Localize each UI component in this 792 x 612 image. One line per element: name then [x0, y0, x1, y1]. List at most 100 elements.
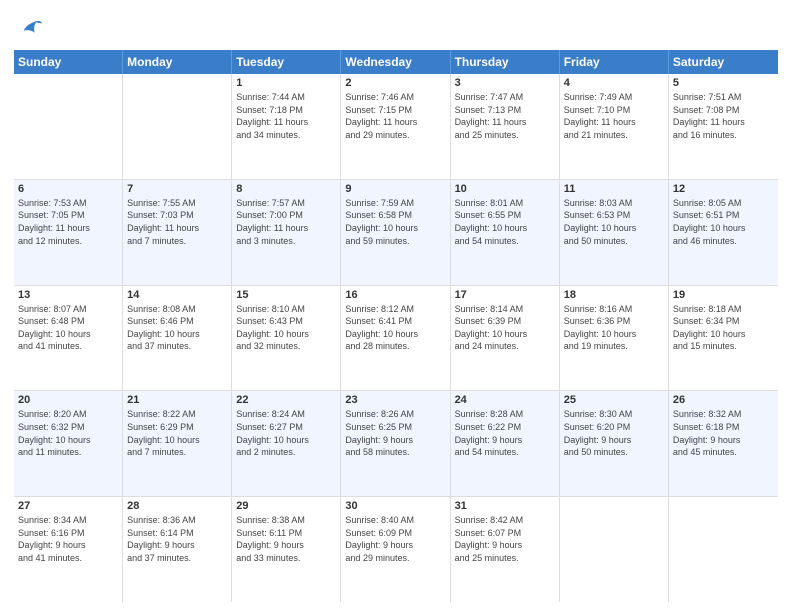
- day-info-line-4: and 25 minutes.: [455, 552, 555, 565]
- day-info-line-2: Sunset: 6:11 PM: [236, 527, 336, 540]
- day-info-line-4: and 24 minutes.: [455, 340, 555, 353]
- day-info-line-3: Daylight: 10 hours: [673, 328, 774, 341]
- day-info-line-1: Sunrise: 8:36 AM: [127, 514, 227, 527]
- day-number: 2: [345, 77, 445, 89]
- day-info-line-1: Sunrise: 8:18 AM: [673, 303, 774, 316]
- day-info-line-3: Daylight: 11 hours: [673, 116, 774, 129]
- day-info-line-2: Sunset: 6:58 PM: [345, 209, 445, 222]
- day-info-line-3: Daylight: 10 hours: [345, 222, 445, 235]
- calendar-week-4: 20 Sunrise: 8:20 AMSunset: 6:32 PM Dayligh…: [14, 391, 778, 497]
- day-info-line-3: Daylight: 11 hours: [455, 116, 555, 129]
- day-info-line-4: and 34 minutes.: [236, 129, 336, 142]
- day-info-line-2: Sunset: 6:29 PM: [127, 421, 227, 434]
- calendar-day-11: 11Sunrise: 8:03 AMSunset: 6:53 PMDayligh…: [560, 180, 669, 285]
- day-number: 28: [127, 500, 227, 512]
- day-number: 1: [236, 77, 336, 89]
- calendar-day-6: 6Sunrise: 7:53 AMSunset: 7:05 PMDaylight…: [14, 180, 123, 285]
- calendar-day-5: 5Sunrise: 7:51 AMSunset: 7:08 PMDaylight…: [669, 74, 778, 179]
- calendar-day-12: 12Sunrise: 8:05 AMSunset: 6:51 PMDayligh…: [669, 180, 778, 285]
- day-info-line-2: Sunset: 6:55 PM: [455, 209, 555, 222]
- day-info-line-1: Sunrise: 8:12 AM: [345, 303, 445, 316]
- calendar-day-7: 7Sunrise: 7:55 AMSunset: 7:03 PMDaylight…: [123, 180, 232, 285]
- day-info-line-2: Sunset: 6:34 PM: [673, 315, 774, 328]
- header-day-thursday: Thursday: [451, 50, 560, 74]
- day-info-line-3: Daylight: 9 hours: [673, 434, 774, 447]
- day-info-line-1: Sunrise: 8:01 AM: [455, 197, 555, 210]
- day-info-line-3: Daylight: 10 hours: [127, 434, 227, 447]
- day-number: 20: [18, 394, 118, 406]
- day-info-line-4: and 11 minutes.: [18, 446, 118, 459]
- day-info-line-1: Sunrise: 8:42 AM: [455, 514, 555, 527]
- day-info-line-4: and 25 minutes.: [455, 129, 555, 142]
- calendar-day-18: 18Sunrise: 8:16 AMSunset: 6:36 PMDayligh…: [560, 286, 669, 391]
- day-info-line-4: and 21 minutes.: [564, 129, 664, 142]
- day-info-line-4: and 28 minutes.: [345, 340, 445, 353]
- day-info-line-1: Sunrise: 8:30 AM: [564, 408, 664, 421]
- calendar-day-19: 19Sunrise: 8:18 AMSunset: 6:34 PMDayligh…: [669, 286, 778, 391]
- day-info-line-3: Daylight: 11 hours: [127, 222, 227, 235]
- calendar-empty-cell: [14, 74, 123, 179]
- calendar-container: SundayMondayTuesdayWednesdayThursdayFrid…: [0, 0, 792, 612]
- calendar-day-24: 24Sunrise: 8:28 AMSunset: 6:22 PMDayligh…: [451, 391, 560, 496]
- day-info-line-4: and 29 minutes.: [345, 552, 445, 565]
- day-number: 22: [236, 394, 336, 406]
- day-info-line-4: and 41 minutes.: [18, 340, 118, 353]
- day-info-line-2: Sunset: 6:07 PM: [455, 527, 555, 540]
- calendar-day-15: 15Sunrise: 8:10 AMSunset: 6:43 PMDayligh…: [232, 286, 341, 391]
- day-info-line-2: Sunset: 6:32 PM: [18, 421, 118, 434]
- calendar-header: SundayMondayTuesdayWednesdayThursdayFrid…: [14, 50, 778, 74]
- calendar-week-3: 13Sunrise: 8:07 AMSunset: 6:48 PMDayligh…: [14, 286, 778, 392]
- day-info-line-2: Sunset: 6:18 PM: [673, 421, 774, 434]
- header-day-friday: Friday: [560, 50, 669, 74]
- day-info-line-2: Sunset: 6:41 PM: [345, 315, 445, 328]
- header-day-sunday: Sunday: [14, 50, 123, 74]
- day-number: 29: [236, 500, 336, 512]
- calendar-week-2: 6Sunrise: 7:53 AMSunset: 7:05 PMDaylight…: [14, 180, 778, 286]
- calendar-body: 1Sunrise: 7:44 AMSunset: 7:18 PMDaylight…: [14, 74, 778, 602]
- calendar-day-28: 28Sunrise: 8:36 AMSunset: 6:14 PMDayligh…: [123, 497, 232, 602]
- day-info-line-2: Sunset: 7:18 PM: [236, 104, 336, 117]
- calendar-day-10: 10Sunrise: 8:01 AMSunset: 6:55 PMDayligh…: [451, 180, 560, 285]
- calendar-day-17: 17Sunrise: 8:14 AMSunset: 6:39 PMDayligh…: [451, 286, 560, 391]
- day-info-line-2: Sunset: 7:10 PM: [564, 104, 664, 117]
- calendar-empty-cell: [669, 497, 778, 602]
- calendar-day-4: 4Sunrise: 7:49 AMSunset: 7:10 PMDaylight…: [560, 74, 669, 179]
- header-day-saturday: Saturday: [669, 50, 778, 74]
- calendar-day-26: 26Sunrise: 8:32 AMSunset: 6:18 PMDayligh…: [669, 391, 778, 496]
- day-info-line-2: Sunset: 6:46 PM: [127, 315, 227, 328]
- calendar-day-23: 23Sunrise: 8:26 AMSunset: 6:25 PMDayligh…: [341, 391, 450, 496]
- day-info-line-4: and 15 minutes.: [673, 340, 774, 353]
- day-info-line-3: Daylight: 9 hours: [236, 539, 336, 552]
- day-info-line-1: Sunrise: 8:05 AM: [673, 197, 774, 210]
- day-info-line-3: Daylight: 10 hours: [673, 222, 774, 235]
- logo: [14, 14, 44, 42]
- day-number: 23: [345, 394, 445, 406]
- day-info-line-2: Sunset: 6:20 PM: [564, 421, 664, 434]
- day-info-line-2: Sunset: 6:43 PM: [236, 315, 336, 328]
- day-info-line-1: Sunrise: 8:07 AM: [18, 303, 118, 316]
- day-info-line-3: Daylight: 10 hours: [18, 328, 118, 341]
- day-info-line-1: Sunrise: 7:53 AM: [18, 197, 118, 210]
- day-number: 16: [345, 289, 445, 301]
- day-info-line-3: Daylight: 10 hours: [127, 328, 227, 341]
- day-info-line-1: Sunrise: 8:38 AM: [236, 514, 336, 527]
- day-info-line-4: and 33 minutes.: [236, 552, 336, 565]
- day-info-line-4: and 50 minutes.: [564, 446, 664, 459]
- day-info-line-4: and 46 minutes.: [673, 235, 774, 248]
- calendar-day-20: 20Sunrise: 8:20 AMSunset: 6:32 PMDayligh…: [14, 391, 123, 496]
- calendar-day-31: 31Sunrise: 8:42 AMSunset: 6:07 PMDayligh…: [451, 497, 560, 602]
- day-info-line-3: Daylight: 9 hours: [455, 539, 555, 552]
- day-info-line-4: and 2 minutes.: [236, 446, 336, 459]
- day-info-line-2: Sunset: 6:09 PM: [345, 527, 445, 540]
- day-number: 18: [564, 289, 664, 301]
- day-info-line-3: Daylight: 9 hours: [127, 539, 227, 552]
- day-info-line-1: Sunrise: 7:49 AM: [564, 91, 664, 104]
- day-info-line-4: and 50 minutes.: [564, 235, 664, 248]
- calendar-empty-cell: [123, 74, 232, 179]
- day-info-line-1: Sunrise: 8:20 AM: [18, 408, 118, 421]
- day-info-line-2: Sunset: 7:05 PM: [18, 209, 118, 222]
- day-info-line-3: Daylight: 9 hours: [18, 539, 118, 552]
- calendar-day-30: 30Sunrise: 8:40 AMSunset: 6:09 PMDayligh…: [341, 497, 450, 602]
- day-info-line-4: and 37 minutes.: [127, 552, 227, 565]
- day-number: 30: [345, 500, 445, 512]
